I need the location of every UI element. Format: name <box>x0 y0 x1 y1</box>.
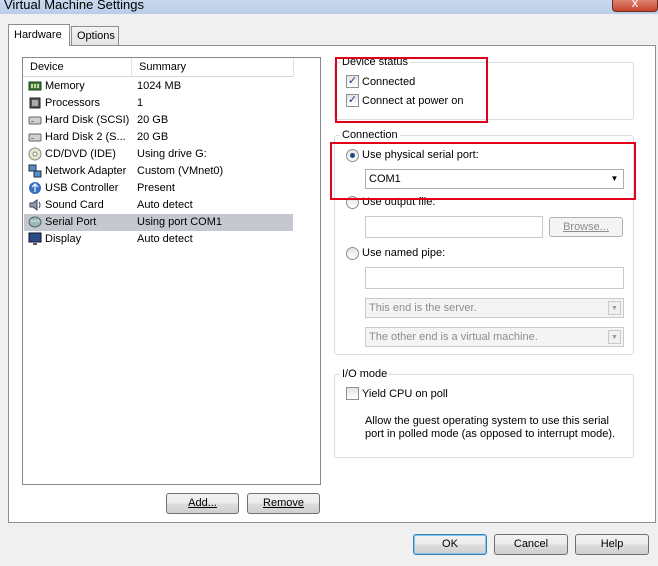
ok-button-label: OK <box>442 538 458 550</box>
close-icon: x <box>631 0 639 10</box>
device-name: Processors <box>45 97 101 109</box>
title-bar: Virtual Machine Settings x <box>0 0 658 14</box>
yield-cpu-checkbox[interactable] <box>346 387 359 400</box>
device-name: Hard Disk (SCSI) <box>45 114 130 126</box>
output-file-input[interactable] <box>365 216 543 238</box>
device-summary: Custom (VMnet0) <box>137 165 224 177</box>
use-named-pipe-radio[interactable] <box>346 247 359 260</box>
browse-button[interactable]: Browse... <box>549 217 623 237</box>
add-button-label: Add... <box>188 497 217 509</box>
memory-icon <box>28 81 42 91</box>
window-title: Virtual Machine Settings <box>4 0 144 12</box>
pipe-other-end-select[interactable]: The other end is a virtual machine. ▼ <box>365 327 624 347</box>
pipe-other-end-value: The other end is a virtual machine. <box>369 331 538 343</box>
yield-cpu-label[interactable]: Yield CPU on poll <box>362 388 448 401</box>
device-row-sound-card[interactable]: Sound Card Auto detect <box>24 197 293 214</box>
device-row-hard-disk-scsi[interactable]: Hard Disk (SCSI) 20 GB <box>24 112 293 129</box>
device-list[interactable]: Device Summary Memory 1024 MB Processors… <box>22 57 321 485</box>
chevron-down-icon: ▼ <box>608 330 621 344</box>
remove-button[interactable]: Remove <box>247 493 320 514</box>
device-name: Hard Disk 2 (S... <box>45 131 126 143</box>
connection-title: Connection <box>340 129 400 141</box>
device-summary: Present <box>137 182 175 194</box>
processor-icon <box>29 97 41 109</box>
device-summary: 1 <box>137 97 144 109</box>
close-button[interactable]: x <box>612 0 658 12</box>
io-mode-title: I/O mode <box>340 368 390 380</box>
device-summary: Using port COM1 <box>137 216 222 228</box>
device-name: CD/DVD (IDE) <box>45 148 116 160</box>
device-row-serial-port[interactable]: Serial Port Using port COM1 <box>24 214 293 231</box>
serial-port-icon <box>28 216 42 228</box>
device-row-memory[interactable]: Memory 1024 MB <box>24 78 293 95</box>
device-row-usb-controller[interactable]: USB Controller Present <box>24 180 293 197</box>
hard-disk-icon <box>28 133 42 142</box>
device-name: Display <box>45 233 82 245</box>
cancel-button-label: Cancel <box>513 538 549 550</box>
hard-disk-icon <box>28 116 42 125</box>
help-button-label: Help <box>600 538 624 550</box>
remove-button-label: Remove <box>263 497 304 509</box>
add-button[interactable]: Add... <box>166 493 239 514</box>
device-name: Memory <box>45 80 85 92</box>
cd-dvd-icon <box>28 147 42 161</box>
column-summary[interactable]: Summary <box>132 58 294 77</box>
pipe-end-value: This end is the server. <box>369 302 477 314</box>
network-adapter-icon <box>28 164 42 178</box>
device-row-cd-dvd[interactable]: CD/DVD (IDE) Using drive G: <box>24 146 293 163</box>
sound-card-icon <box>29 199 41 211</box>
device-row-network-adapter[interactable]: Network Adapter Custom (VMnet0) <box>24 163 293 180</box>
device-summary: 1024 MB <box>137 80 182 92</box>
browse-button-label: Browse... <box>563 221 609 233</box>
device-row-hard-disk-2[interactable]: Hard Disk 2 (S... 20 GB <box>24 129 293 146</box>
tab-hardware[interactable]: Hardware <box>8 24 70 46</box>
device-summary: Using drive G: <box>137 148 207 160</box>
device-name: USB Controller <box>45 182 119 194</box>
device-summary: Auto detect <box>137 233 193 245</box>
usb-icon <box>29 182 41 194</box>
highlight-device-status <box>335 57 488 123</box>
column-device[interactable]: Device <box>23 58 132 77</box>
list-header: Device Summary <box>23 58 294 77</box>
pipe-end-select[interactable]: This end is the server. ▼ <box>365 298 624 318</box>
display-icon <box>28 232 42 245</box>
use-named-pipe-label[interactable]: Use named pipe: <box>362 247 445 260</box>
device-name: Serial Port <box>45 216 97 228</box>
device-row-display[interactable]: Display Auto detect <box>24 231 293 248</box>
device-name: Sound Card <box>45 199 104 211</box>
device-name: Network Adapter <box>45 165 127 177</box>
ok-button[interactable]: OK <box>413 534 487 555</box>
named-pipe-input[interactable] <box>365 267 624 289</box>
cancel-button[interactable]: Cancel <box>494 534 568 555</box>
device-row-processors[interactable]: Processors 1 <box>24 95 293 112</box>
device-summary: 20 GB <box>137 114 169 126</box>
chevron-down-icon: ▼ <box>608 301 621 315</box>
tab-options[interactable]: Options <box>71 26 119 45</box>
io-mode-description: Allow the guest operating system to use … <box>365 415 616 440</box>
device-summary: Auto detect <box>137 199 193 211</box>
highlight-physical-port <box>330 142 636 200</box>
device-summary: 20 GB <box>137 131 169 143</box>
help-button[interactable]: Help <box>575 534 649 555</box>
